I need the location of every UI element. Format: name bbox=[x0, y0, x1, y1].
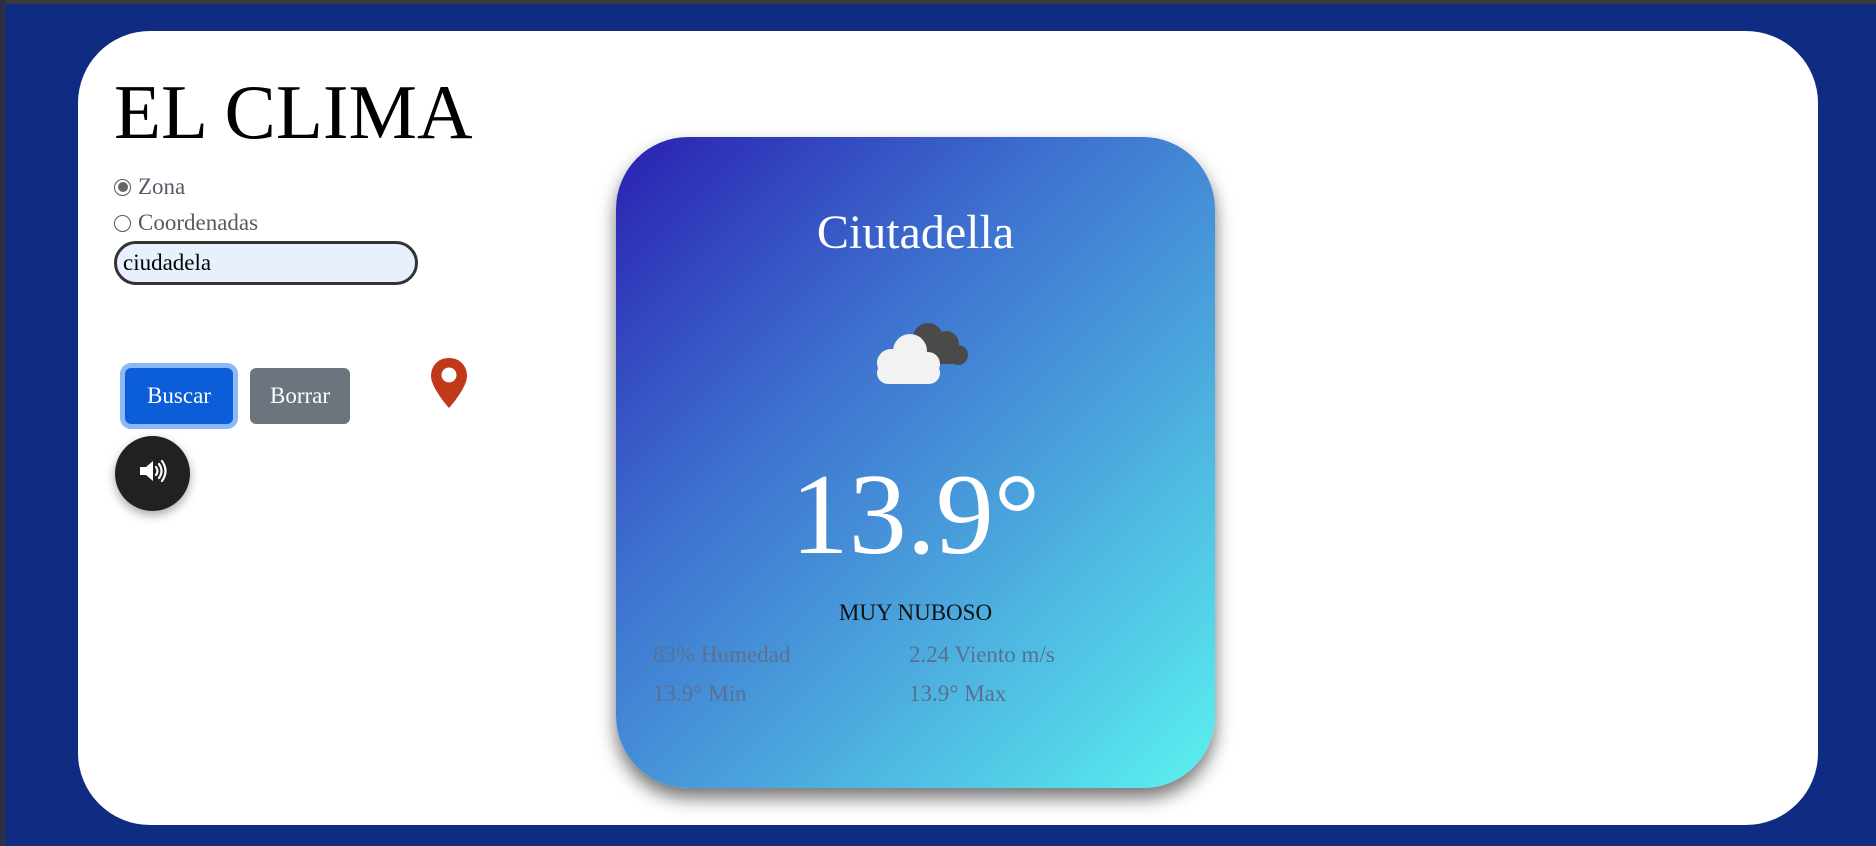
radio-option-coordenadas[interactable]: Coordenadas bbox=[114, 210, 258, 236]
min-temperature: 13.9° Min bbox=[653, 681, 747, 706]
radio-label-coordenadas: Coordenadas bbox=[138, 210, 259, 235]
speaker-icon bbox=[138, 459, 168, 488]
city-name: Ciutadella bbox=[816, 206, 1015, 259]
weather-card: Ciutadella 13.9° MUY NUBOSO 83% Humedad … bbox=[616, 137, 1215, 788]
sound-button[interactable] bbox=[115, 436, 190, 511]
wind-value: 2.24 Viento m/s bbox=[909, 642, 1055, 667]
page-title: EL CLIMA bbox=[114, 69, 473, 155]
clear-button[interactable]: Borrar bbox=[250, 368, 350, 424]
search-input[interactable] bbox=[114, 241, 418, 285]
temperature: 13.9° bbox=[790, 451, 1041, 579]
search-button[interactable]: Buscar bbox=[125, 368, 233, 424]
cloudy-icon bbox=[862, 314, 974, 388]
radio-button-zona[interactable] bbox=[114, 178, 131, 196]
map-pin-icon[interactable] bbox=[429, 356, 469, 410]
radio-button-coordenadas[interactable] bbox=[114, 214, 131, 232]
weather-description: MUY NUBOSO bbox=[838, 600, 993, 625]
window-top-edge bbox=[0, 0, 1876, 4]
max-temperature: 13.9° Max bbox=[909, 681, 1007, 706]
radio-option-zona[interactable]: Zona bbox=[114, 174, 185, 200]
humidity-value: 83% Humedad bbox=[653, 642, 791, 667]
window-left-edge bbox=[0, 0, 6, 846]
radio-label-zona: Zona bbox=[138, 174, 186, 199]
